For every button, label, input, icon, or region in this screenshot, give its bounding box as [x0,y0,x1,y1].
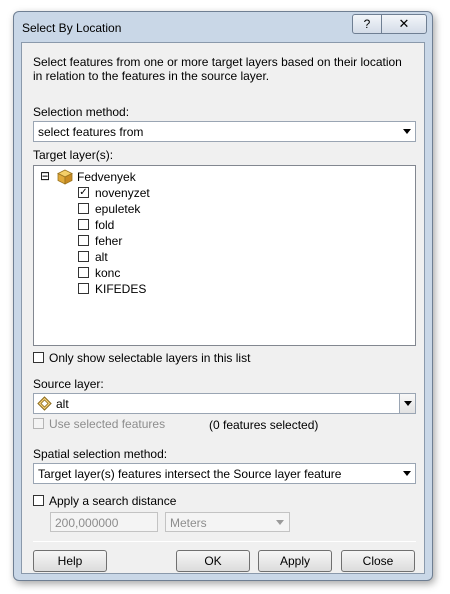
only-selectable-checkbox[interactable] [33,352,44,363]
dialog-title: Select By Location [22,21,122,35]
layer-name: konc [95,266,121,280]
apply-button[interactable]: Apply [258,550,332,572]
distance-unit-dropdown[interactable]: Meters [165,512,290,532]
search-distance-value: 200,000000 [55,516,119,530]
layer-checkbox[interactable] [78,203,89,214]
dialog-body: Select features from one or more target … [21,42,425,574]
layer-name: fold [95,218,115,232]
layer-checkbox[interactable]: ✓ [78,187,89,198]
description-text: Select features from one or more target … [33,55,402,83]
title-help-button[interactable]: ? [352,14,382,34]
selection-method-dropdown[interactable]: select features from [33,121,416,142]
polygon-layer-icon [37,396,52,411]
spatial-method-label: Spatial selection method: [33,447,168,461]
selected-count-text: (0 features selected) [209,418,319,432]
checkmark-icon: ✓ [79,187,88,198]
search-distance-label: Apply a search distance [49,494,177,508]
source-layer-label: Source layer: [33,377,104,391]
ok-button[interactable]: OK [176,550,250,572]
select-by-location-dialog: Select By Location ? ✕ Select features f… [13,11,433,581]
close-button[interactable]: Close [341,550,415,572]
layer-name: alt [95,250,108,264]
layer-name: feher [95,234,123,248]
search-distance-input[interactable]: 200,000000 [50,512,158,532]
collapse-icon[interactable]: ⊟ [40,169,50,183]
layer-checkbox[interactable] [78,267,89,278]
help-icon: ? [363,17,371,31]
use-selected-checkbox[interactable] [33,418,44,429]
layer-checkbox[interactable] [78,251,89,262]
layer-group-name: Fedvenyek [77,170,136,184]
use-selected-label: Use selected features [49,417,166,431]
distance-unit-value: Meters [170,516,207,530]
layer-checkbox[interactable] [78,235,89,246]
chevron-down-icon [276,520,284,525]
selection-method-label: Selection method: [33,105,130,119]
layer-group-icon [57,169,73,185]
layer-name: KIFEDES [95,282,147,296]
help-button[interactable]: Help [33,550,107,572]
layer-checkbox[interactable] [78,219,89,230]
only-selectable-label: Only show selectable layers in this list [49,351,251,365]
chevron-down-icon [403,129,411,134]
layer-name: epuletek [95,202,141,216]
search-distance-checkbox[interactable] [33,495,44,506]
close-icon: ✕ [398,16,410,31]
target-layers-label: Target layer(s): [33,148,114,162]
layer-checkbox[interactable] [78,283,89,294]
title-bar[interactable]: Select By Location ? ✕ [14,12,432,42]
chevron-down-icon [403,471,411,476]
source-layer-value: alt [56,397,69,411]
title-close-button[interactable]: ✕ [381,14,427,34]
selection-method-value: select features from [38,125,144,139]
spatial-method-dropdown[interactable]: Target layer(s) features intersect the S… [33,463,416,484]
chevron-down-icon [404,401,412,406]
target-layers-list[interactable]: ⊟ Fedvenyek ✓ novenyzet epuletek fold feher a… [33,165,416,346]
source-dropdown-button[interactable] [399,394,415,413]
layer-name: novenyzet [95,186,150,200]
button-separator [33,541,416,542]
spatial-method-value: Target layer(s) features intersect the S… [38,467,342,481]
source-layer-dropdown[interactable]: alt [33,393,416,414]
